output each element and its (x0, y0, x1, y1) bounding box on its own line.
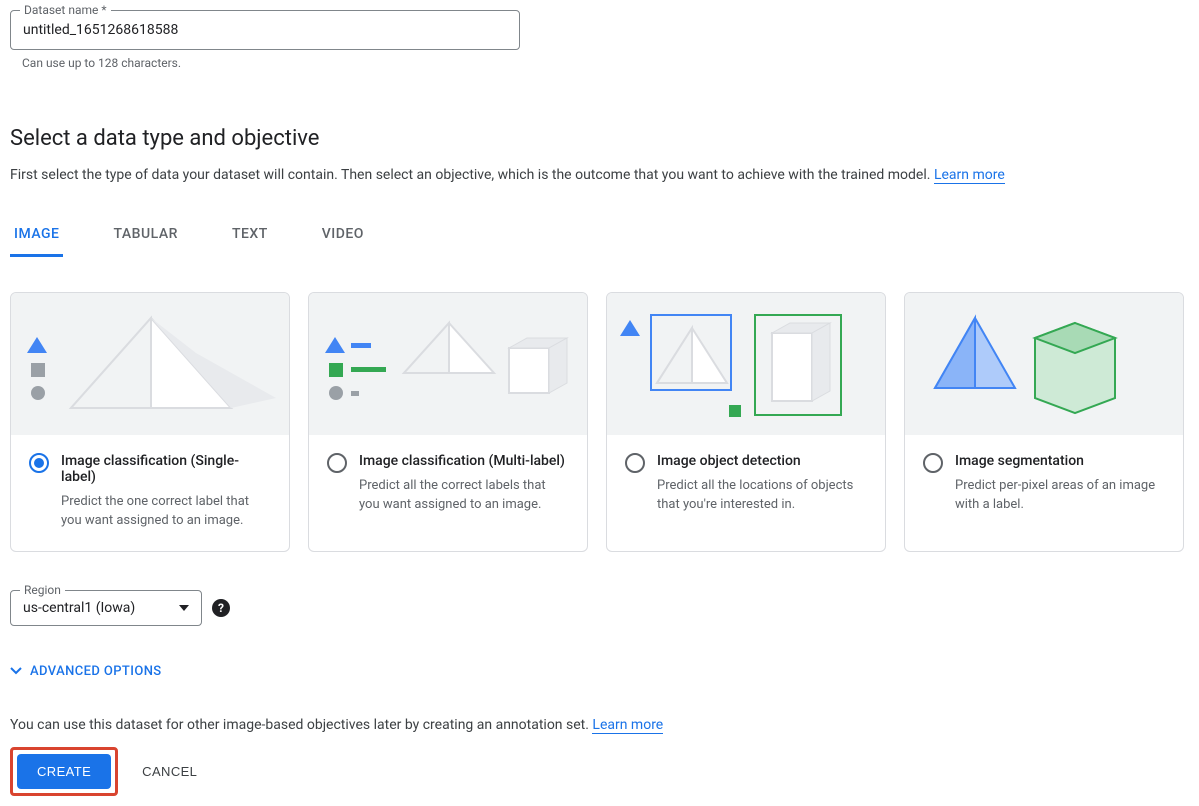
tab-text[interactable]: TEXT (228, 214, 272, 257)
card-segmentation[interactable]: Image segmentation Predict per-pixel are… (904, 292, 1184, 552)
card-object-detection[interactable]: Image object detection Predict all the l… (606, 292, 886, 552)
advanced-options-toggle[interactable]: ADVANCED OPTIONS (10, 664, 1189, 679)
card-multi-label[interactable]: Image classification (Multi-label) Predi… (308, 292, 588, 552)
card-title: Image classification (Single-label) (61, 453, 271, 485)
advanced-options-label: ADVANCED OPTIONS (30, 664, 162, 679)
card-title: Image classification (Multi-label) (359, 453, 569, 469)
region-label: Region (20, 583, 65, 597)
card-desc: Predict all the correct labels that you … (359, 477, 569, 515)
card-object-detection-illustration (607, 293, 885, 435)
action-buttons: CREATE CANCEL (10, 747, 1189, 796)
dataset-name-helper: Can use up to 128 characters. (22, 56, 1189, 70)
radio-single-label[interactable] (29, 453, 49, 473)
card-single-label-illustration (11, 293, 289, 435)
footer-text: You can use this dataset for other image… (10, 717, 1189, 733)
card-desc: Predict all the locations of objects tha… (657, 477, 867, 515)
card-multi-label-illustration (309, 293, 587, 435)
section-desc-text: First select the type of data your datas… (10, 167, 934, 183)
card-title: Image object detection (657, 453, 867, 469)
radio-multi-label[interactable] (327, 453, 347, 473)
data-type-tabs: IMAGE TABULAR TEXT VIDEO (10, 214, 1189, 258)
card-desc: Predict the one correct label that you w… (61, 493, 271, 531)
card-single-label[interactable]: Image classification (Single-label) Pred… (10, 292, 290, 552)
dataset-name-label: Dataset name * (20, 3, 111, 17)
tab-image[interactable]: IMAGE (10, 214, 63, 257)
footer-learn-more-link[interactable]: Learn more (592, 717, 663, 734)
card-title: Image segmentation (955, 453, 1165, 469)
tab-video[interactable]: VIDEO (318, 214, 368, 257)
region-value: us-central1 (Iowa) (23, 600, 135, 616)
dropdown-icon (179, 605, 189, 611)
section-desc: First select the type of data your datas… (10, 165, 1189, 186)
dataset-name-field: Dataset name * (10, 10, 520, 50)
chevron-down-icon (10, 667, 22, 675)
objective-cards: Image classification (Single-label) Pred… (10, 292, 1189, 552)
create-button-highlight: CREATE (10, 747, 118, 796)
section-title: Select a data type and objective (10, 126, 1189, 151)
create-button[interactable]: CREATE (17, 754, 111, 789)
learn-more-link[interactable]: Learn more (934, 167, 1005, 184)
help-icon[interactable]: ? (212, 599, 230, 617)
region-field: Region us-central1 (Iowa) (10, 590, 202, 626)
radio-segmentation[interactable] (923, 453, 943, 473)
card-desc: Predict per-pixel areas of an image with… (955, 477, 1165, 515)
card-segmentation-illustration (905, 293, 1183, 435)
footer-desc: You can use this dataset for other image… (10, 717, 592, 733)
tab-tabular[interactable]: TABULAR (109, 214, 181, 257)
cancel-button[interactable]: CANCEL (138, 754, 201, 789)
radio-object-detection[interactable] (625, 453, 645, 473)
